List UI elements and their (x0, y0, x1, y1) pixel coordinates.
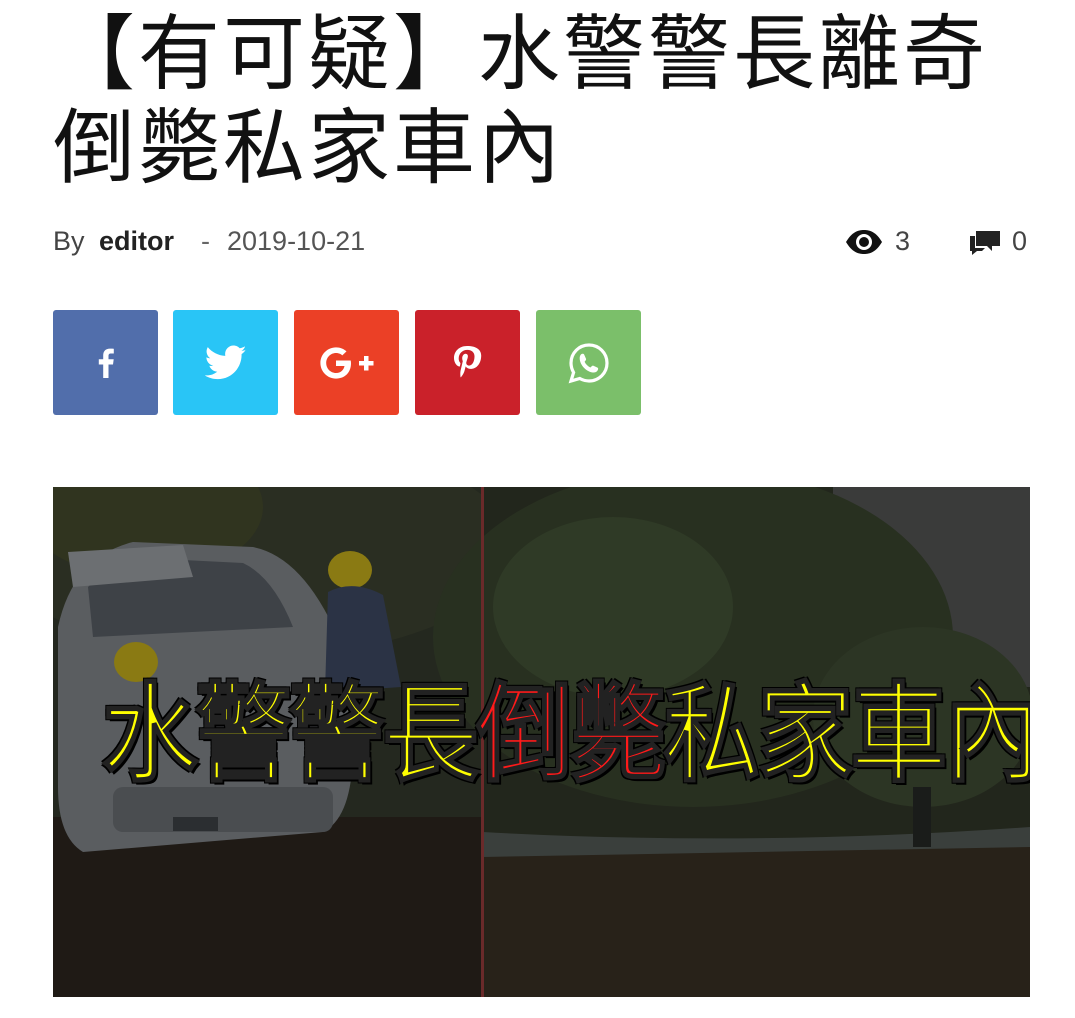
article-title: 【有可疑】水警警長離奇倒斃私家車內 (53, 7, 989, 196)
publish-date: 2019-10-21 (227, 226, 366, 256)
twitter-share-button[interactable] (173, 310, 278, 415)
featured-image[interactable]: 水警警長倒斃私家車內 (53, 487, 1030, 997)
comment-count-value: 0 (1012, 226, 1028, 256)
eye-icon (846, 230, 882, 254)
whatsapp-icon (568, 342, 609, 383)
article-meta: By editor - 2019-10-21 3 0 (53, 226, 1030, 260)
pinterest-icon (453, 345, 481, 377)
author-link[interactable]: editor (99, 226, 174, 257)
headline-part: 私家車內 (663, 672, 1030, 798)
comment-icon (970, 231, 1000, 255)
byline-by-label: By (53, 226, 85, 256)
facebook-share-button[interactable] (53, 310, 158, 415)
view-count-value: 3 (895, 226, 911, 256)
google-plus-share-button[interactable] (294, 310, 399, 415)
pinterest-share-button[interactable] (415, 310, 520, 415)
whatsapp-share-button[interactable] (536, 310, 641, 415)
facebook-icon (98, 348, 114, 378)
featured-headline: 水警警長倒斃私家車內 (101, 665, 1030, 805)
headline-part: 水警警長 (101, 672, 480, 798)
byline-separator: - (201, 226, 210, 256)
twitter-icon (204, 345, 246, 379)
headline-part-highlight: 倒斃 (475, 672, 667, 798)
google-plus-icon (319, 346, 373, 379)
